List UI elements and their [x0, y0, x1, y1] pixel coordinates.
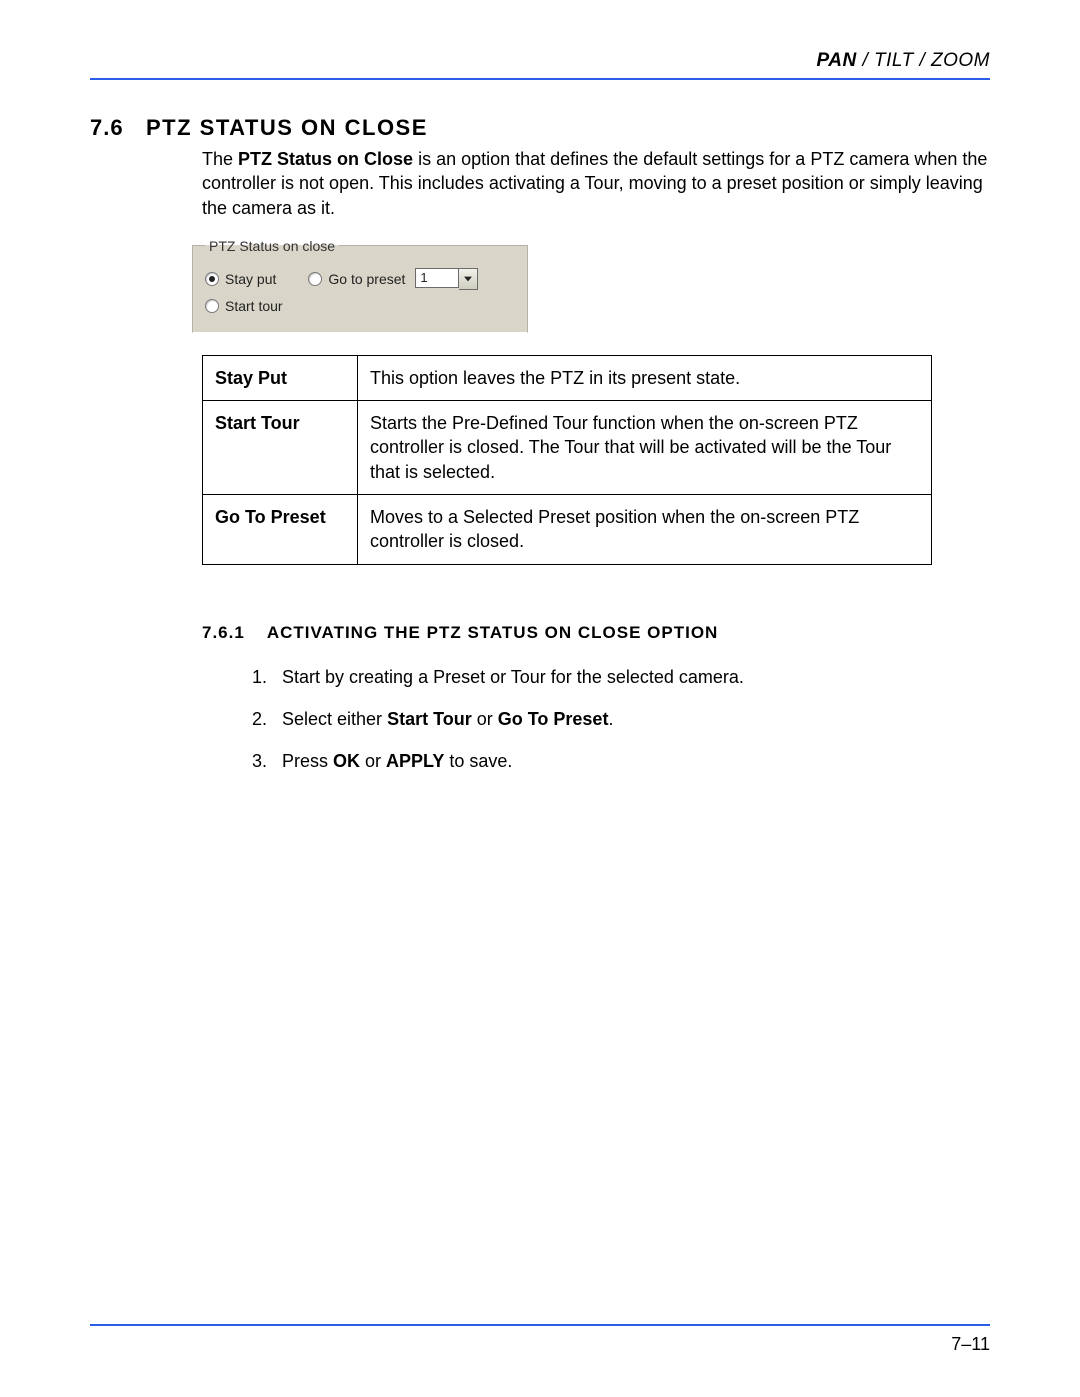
chevron-down-icon: [464, 276, 472, 282]
steps-list: Start by creating a Preset or Tour for t…: [244, 665, 990, 774]
header-rest: / TILT / ZOOM: [857, 50, 990, 71]
radio-go-to-preset[interactable]: Go to preset 1: [308, 268, 478, 290]
section-heading: 7.6 PTZ STATUS ON CLOSE: [90, 115, 990, 141]
step3-mid: or: [360, 751, 386, 771]
radio-dot-icon: [308, 272, 322, 286]
table-value: Moves to a Selected Preset position when…: [358, 495, 932, 565]
radio-dot-icon: [205, 272, 219, 286]
radio-stay-put[interactable]: Stay put: [205, 271, 276, 287]
intro-pre: The: [202, 149, 238, 169]
section-number: 7.6: [90, 115, 146, 141]
table-key: Start Tour: [203, 401, 358, 495]
intro-paragraph: The PTZ Status on Close is an option tha…: [202, 147, 990, 220]
step3-pre: Press: [282, 751, 333, 771]
step2-mid: or: [472, 709, 498, 729]
ptz-status-fieldset: PTZ Status on close Stay put Go to prese…: [192, 238, 528, 333]
list-item: Start by creating a Preset or Tour for t…: [272, 665, 990, 689]
header-rule: [90, 78, 990, 80]
table-value: This option leaves the PTZ in its presen…: [358, 355, 932, 400]
dialog-figure: PTZ Status on close Stay put Go to prese…: [190, 238, 990, 333]
page-number: 7–11: [90, 1334, 990, 1355]
options-table: Stay Put This option leaves the PTZ in i…: [202, 355, 932, 565]
step2-post: .: [608, 709, 613, 729]
page-footer: 7–11: [90, 1324, 990, 1355]
step2-b1: Start Tour: [387, 709, 472, 729]
step2-b2: Go To Preset: [498, 709, 609, 729]
subsection-heading: 7.6.1 ACTIVATING THE PTZ STATUS ON CLOSE…: [202, 623, 990, 643]
section-header: PAN / TILT / ZOOM: [90, 50, 990, 78]
subsection-number: 7.6.1: [202, 623, 245, 643]
step2-pre: Select either: [282, 709, 387, 729]
list-item: Press OK or APPLY to save.: [272, 749, 990, 773]
table-key: Go To Preset: [203, 495, 358, 565]
document-page: PAN / TILT / ZOOM 7.6 PTZ STATUS ON CLOS…: [0, 0, 1080, 1397]
table-row: Go To Preset Moves to a Selected Preset …: [203, 495, 932, 565]
radio-go-to-preset-label: Go to preset: [328, 271, 405, 287]
table-row: Start Tour Starts the Pre-Defined Tour f…: [203, 401, 932, 495]
radio-dot-icon: [205, 299, 219, 313]
header-bold: PAN: [816, 50, 856, 71]
fieldset-legend: PTZ Status on close: [205, 238, 339, 254]
radio-stay-put-label: Stay put: [225, 271, 276, 287]
table-row: Stay Put This option leaves the PTZ in i…: [203, 355, 932, 400]
radio-start-tour[interactable]: Start tour: [205, 298, 515, 314]
section-title: PTZ STATUS ON CLOSE: [146, 115, 428, 141]
subsection-title: ACTIVATING THE PTZ STATUS ON CLOSE OPTIO…: [267, 623, 719, 643]
step1-text: Start by creating a Preset or Tour for t…: [282, 667, 744, 687]
radio-start-tour-label: Start tour: [225, 298, 283, 314]
step3-b1: OK: [333, 751, 360, 771]
step3-b2: APPLY: [386, 751, 444, 771]
footer-rule: [90, 1324, 990, 1326]
preset-combo-button[interactable]: [459, 268, 478, 290]
preset-combo[interactable]: 1: [415, 268, 478, 290]
preset-combo-value: 1: [415, 268, 459, 288]
intro-bold: PTZ Status on Close: [238, 149, 413, 169]
table-key: Stay Put: [203, 355, 358, 400]
table-value: Starts the Pre-Defined Tour function whe…: [358, 401, 932, 495]
step3-post: to save.: [444, 751, 512, 771]
list-item: Select either Start Tour or Go To Preset…: [272, 707, 990, 731]
